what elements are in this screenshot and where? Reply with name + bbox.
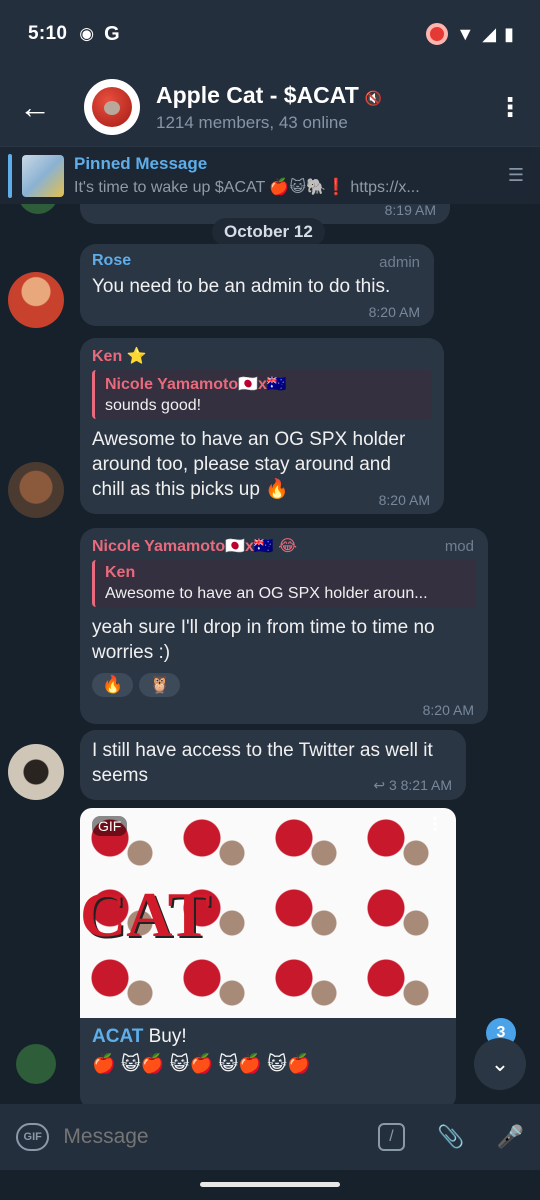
shield-avatar-icon[interactable]: [16, 1044, 56, 1084]
gif-overlay-text: CAT: [80, 879, 211, 950]
reply-sender: Nicole Yamamoto🇯🇵x🇦🇺: [105, 376, 287, 393]
message-list[interactable]: 8:19 AM October 12 Rose admin You need t…: [0, 204, 540, 1104]
reply-quote[interactable]: Ken Awesome to have an OG SPX holder aro…: [92, 560, 476, 607]
avatar-user[interactable]: [8, 744, 64, 800]
caption-link[interactable]: ACAT: [92, 1026, 143, 1047]
more-options-icon[interactable]: ⋮: [480, 92, 540, 123]
reply-sender: Ken: [105, 564, 136, 581]
message-text: You need to be an admin to do this.: [92, 276, 391, 297]
avatar-rose[interactable]: [8, 272, 64, 328]
message-sender[interactable]: Rose: [92, 252, 422, 270]
gif-more-icon[interactable]: ⋮: [426, 814, 444, 835]
reaction-row: 🔥 🦉: [92, 673, 476, 697]
date-header: October 12: [212, 218, 325, 246]
message-bubble[interactable]: Nicole Yamamoto🇯🇵x🇦🇺 😂 mod Ken Awesome t…: [80, 528, 488, 724]
avatar-ken[interactable]: [8, 462, 64, 518]
caption-text: Buy!: [143, 1026, 187, 1047]
message-bubble[interactable]: Ken ⭐ Nicole Yamamoto🇯🇵x🇦🇺 sounds good! …: [80, 338, 444, 514]
home-handle[interactable]: [200, 1182, 340, 1187]
apple-cat-avatar-icon: [92, 87, 132, 127]
scroll-down-icon[interactable]: ⌄: [474, 1038, 526, 1090]
reaction-fire[interactable]: 🔥: [92, 673, 134, 697]
reply-quote[interactable]: Nicole Yamamoto🇯🇵x🇦🇺 sounds good!: [92, 370, 432, 419]
message-text: yeah sure I'll drop in from time to time…: [92, 617, 435, 663]
message-time: 8:19 AM: [384, 204, 436, 218]
message-input[interactable]: [63, 1125, 338, 1149]
message-time: 8:20 AM: [422, 702, 474, 718]
google-icon: G: [104, 22, 120, 45]
pinned-text: It's time to wake up $ACAT 🍎😺🐘❗ https://…: [74, 179, 420, 196]
caption-emoji-row: 🍎 😺🍎 😺🍎 😺🍎 😺🍎: [92, 1054, 311, 1075]
message-text: Awesome to have an OG SPX holder around …: [92, 429, 406, 500]
wifi-icon: ▼: [456, 23, 475, 44]
message-time: ↩ 3 8:21 AM: [373, 777, 452, 793]
bot-command-icon[interactable]: /: [377, 1123, 406, 1151]
message-time: 8:20 AM: [378, 492, 430, 508]
message-time: 8:20 AM: [368, 304, 420, 320]
status-time: 5:10: [28, 23, 68, 44]
record-status-icon: ◉: [79, 24, 95, 43]
gif-image[interactable]: GIF ⋮ CAT: [80, 808, 456, 1018]
member-count: 1214 members, 43 online: [156, 112, 348, 132]
pinned-thumbnail: [22, 154, 64, 197]
signal-icon: ◢: [482, 23, 497, 44]
microphone-icon[interactable]: 🎤: [497, 1124, 524, 1150]
sender-role: mod: [444, 538, 474, 555]
pinned-label: Pinned Message: [74, 154, 208, 173]
reply-text: Awesome to have an OG SPX holder aroun..…: [105, 585, 428, 602]
chat-title: Apple Cat - $ACAT: [156, 81, 359, 108]
pinned-message-bar[interactable]: Pinned Message It's time to wake up $ACA…: [0, 146, 540, 204]
message-sender[interactable]: Ken ⭐: [92, 346, 432, 366]
screen-record-icon: [426, 23, 449, 45]
shield-avatar[interactable]: [18, 204, 58, 214]
gif-button[interactable]: GIF: [16, 1123, 50, 1151]
battery-icon: ▮: [504, 23, 514, 44]
status-bar: 5:10 ◉ G ▼ ◢ ▮: [0, 0, 540, 68]
gif-message[interactable]: GIF ⋮ CAT ACAT Buy! 🍎 😺🍎 😺🍎 😺🍎 😺🍎: [80, 808, 456, 1104]
attach-icon[interactable]: 📎: [437, 1124, 464, 1150]
chat-header[interactable]: ← Apple Cat - $ACAT 🔇 1214 members, 43 on…: [0, 70, 540, 144]
sender-role: admin: [379, 254, 420, 271]
system-nav-bar: [0, 1170, 540, 1200]
pinned-accent: [8, 153, 12, 198]
pinned-list-icon[interactable]: ☰: [508, 165, 524, 186]
message-composer: GIF / 📎 🎤: [0, 1104, 540, 1170]
message-sender[interactable]: Nicole Yamamoto🇯🇵x🇦🇺 😂: [92, 536, 476, 556]
muted-icon: 🔇: [364, 89, 383, 106]
gif-label: GIF: [92, 816, 128, 836]
message-bubble[interactable]: I still have access to the Twitter as we…: [80, 730, 466, 800]
reply-text: sounds good!: [105, 397, 202, 414]
group-avatar[interactable]: [84, 79, 140, 135]
message-bubble[interactable]: Rose admin You need to be an admin to do…: [80, 244, 434, 326]
back-arrow-icon[interactable]: ←: [0, 89, 70, 126]
reaction-owl[interactable]: 🦉: [139, 673, 181, 697]
